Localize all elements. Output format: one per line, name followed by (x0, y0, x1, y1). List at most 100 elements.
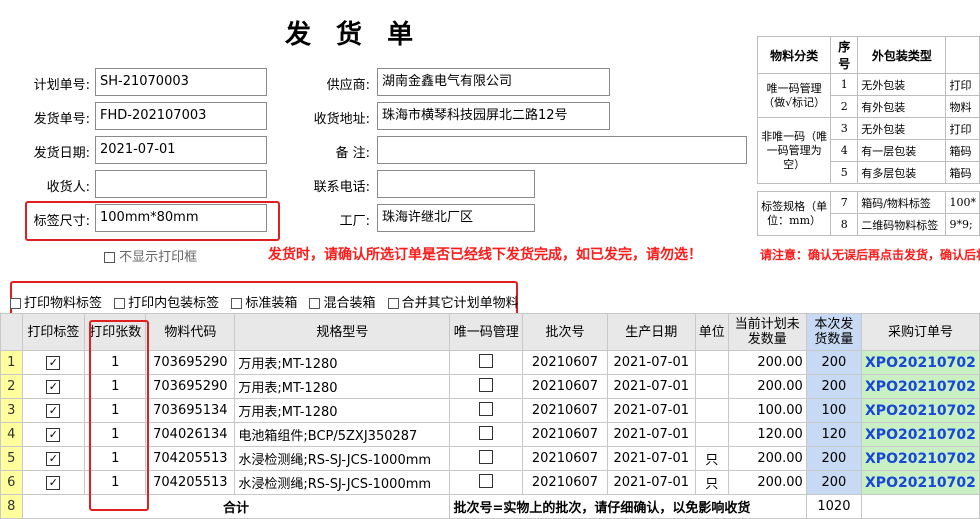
print-label-checkbox-cell[interactable]: ✓ (21, 446, 86, 471)
unit-cell[interactable] (694, 398, 729, 423)
remaining-qty-cell[interactable]: 100.00 (727, 398, 807, 423)
checkbox-unchecked[interactable] (479, 401, 494, 416)
ship-qty-cell[interactable]: 200 (805, 446, 863, 471)
ship-qty-cell[interactable]: 120 (805, 422, 863, 447)
production-date-cell[interactable]: 2021-07-01 (606, 422, 696, 447)
material-code-cell[interactable]: 704205513 (145, 470, 236, 495)
spec-cell[interactable]: 水浸检测绳;RS-SJ-JCS-1000mm (234, 446, 451, 471)
batch-no-cell[interactable]: 20210607 (522, 470, 608, 495)
remaining-qty-cell[interactable]: 200.00 (727, 446, 807, 471)
option-checkbox[interactable] (309, 298, 321, 309)
unique-code-checkbox-cell[interactable] (449, 350, 524, 375)
grid-header[interactable]: 生产日期 (606, 313, 696, 351)
option-print-material-label[interactable]: 打印物料标签 (10, 292, 102, 311)
spec-cell[interactable]: 电池箱组件;BCP/5ZXJ350287 (234, 422, 451, 447)
checkbox-unchecked[interactable] (479, 425, 494, 440)
ship-no-field[interactable]: FHD-202107003 (95, 102, 267, 130)
spec-cell[interactable]: 万用表;MT-1280 (234, 398, 451, 423)
checkbox-unchecked[interactable] (479, 473, 494, 488)
batch-no-cell[interactable]: 20210607 (522, 422, 608, 447)
batch-no-cell[interactable]: 20210607 (522, 398, 608, 423)
unit-cell[interactable]: 只 (694, 446, 729, 471)
unique-code-checkbox-cell[interactable] (449, 470, 524, 495)
grid-header[interactable]: 唯一码管理 (449, 313, 524, 351)
unit-cell[interactable] (694, 374, 729, 399)
remaining-qty-cell[interactable]: 200.00 (727, 374, 807, 399)
plan-no-field[interactable]: SH-21070003 (95, 68, 267, 96)
unique-code-checkbox-cell[interactable] (449, 422, 524, 447)
unique-code-checkbox-cell[interactable] (449, 446, 524, 471)
production-date-cell[interactable]: 2021-07-01 (606, 374, 696, 399)
po-number-cell[interactable]: XPO20210702 (861, 446, 980, 471)
receiver-field[interactable] (95, 170, 267, 198)
no-print-box-option[interactable]: 不显示打印框 (104, 246, 197, 265)
grid-header[interactable]: 采购订单号 (861, 313, 980, 351)
material-code-cell[interactable]: 703695290 (145, 350, 236, 375)
checkbox-unchecked[interactable] (479, 377, 494, 392)
production-date-cell[interactable]: 2021-07-01 (606, 398, 696, 423)
ship-qty-cell[interactable]: 200 (805, 374, 863, 399)
checkbox-unchecked[interactable] (479, 353, 494, 368)
print-label-checkbox-cell[interactable]: ✓ (21, 398, 86, 423)
phone-field[interactable] (377, 170, 535, 198)
remark-field[interactable] (377, 136, 747, 164)
po-number-cell[interactable]: XPO20210702 (861, 374, 980, 399)
no-print-box-checkbox[interactable] (104, 252, 115, 263)
option-checkbox[interactable] (10, 298, 21, 309)
unique-code-checkbox-cell[interactable] (449, 374, 524, 399)
unit-cell[interactable] (694, 350, 729, 375)
ship-qty-cell[interactable]: 200 (805, 350, 863, 375)
checkbox-checked[interactable]: ✓ (46, 404, 61, 418)
option-checkbox[interactable] (231, 298, 243, 309)
remaining-qty-cell[interactable]: 120.00 (727, 422, 807, 447)
option-print-inner-label[interactable]: 打印内包装标签 (114, 292, 219, 311)
po-number-cell[interactable]: XPO20210702 (861, 422, 980, 447)
material-code-cell[interactable]: 703695290 (145, 374, 236, 399)
checkbox-checked[interactable]: ✓ (46, 476, 61, 490)
ship-address-field[interactable]: 珠海市横琴科技园屏北二路12号 (377, 102, 610, 130)
checkbox-checked[interactable]: ✓ (46, 428, 61, 442)
spec-cell[interactable]: 水浸检测绳;RS-SJ-JCS-1000mm (234, 470, 451, 495)
production-date-cell[interactable]: 2021-07-01 (606, 470, 696, 495)
ship-date-field[interactable]: 2021-07-01 (95, 136, 267, 164)
grid-header[interactable]: 批次号 (522, 313, 608, 351)
grid-header[interactable]: 当前计划未发数量 (727, 313, 807, 351)
print-label-checkbox-cell[interactable]: ✓ (21, 470, 86, 495)
grid-header[interactable]: 本次发货数量 (805, 313, 863, 351)
checkbox-checked[interactable]: ✓ (46, 380, 61, 394)
checkbox-unchecked[interactable] (479, 449, 494, 464)
checkbox-checked[interactable]: ✓ (46, 452, 61, 466)
checkbox-checked[interactable]: ✓ (46, 356, 61, 370)
po-number-cell[interactable]: XPO20210702 (861, 350, 980, 375)
material-code-cell[interactable]: 704026134 (145, 422, 236, 447)
label-size-field[interactable]: 100mm*80mm (95, 204, 267, 232)
option-mixed-packing[interactable]: 混合装箱 (309, 292, 375, 311)
production-date-cell[interactable]: 2021-07-01 (606, 350, 696, 375)
batch-no-cell[interactable]: 20210607 (522, 374, 608, 399)
material-code-cell[interactable]: 704205513 (145, 446, 236, 471)
unit-cell[interactable]: 只 (694, 470, 729, 495)
grid-header[interactable]: 打印标签 (21, 313, 86, 351)
production-date-cell[interactable]: 2021-07-01 (606, 446, 696, 471)
spec-cell[interactable]: 万用表;MT-1280 (234, 374, 451, 399)
spec-cell[interactable]: 万用表;MT-1280 (234, 350, 451, 375)
print-label-checkbox-cell[interactable]: ✓ (21, 422, 86, 447)
option-checkbox[interactable] (387, 298, 399, 309)
supplier-field[interactable]: 湖南金鑫电气有限公司 (377, 68, 610, 96)
ship-qty-cell[interactable]: 200 (805, 470, 863, 495)
grid-header[interactable]: 规格型号 (234, 313, 451, 351)
unit-cell[interactable] (694, 422, 729, 447)
factory-field[interactable]: 珠海许继北厂区 (377, 204, 535, 232)
po-number-cell[interactable]: XPO20210702 (861, 470, 980, 495)
batch-no-cell[interactable]: 20210607 (522, 350, 608, 375)
material-code-cell[interactable]: 703695134 (145, 398, 236, 423)
po-number-cell[interactable]: XPO20210702 (861, 398, 980, 423)
grid-header[interactable]: 物料代码 (145, 313, 236, 351)
print-label-checkbox-cell[interactable]: ✓ (21, 350, 86, 375)
grid-header[interactable]: 单位 (694, 313, 729, 351)
unique-code-checkbox-cell[interactable] (449, 398, 524, 423)
batch-no-cell[interactable]: 20210607 (522, 446, 608, 471)
print-label-checkbox-cell[interactable]: ✓ (21, 374, 86, 399)
ship-qty-cell[interactable]: 100 (805, 398, 863, 423)
option-standard-packing[interactable]: 标准装箱 (231, 292, 297, 311)
